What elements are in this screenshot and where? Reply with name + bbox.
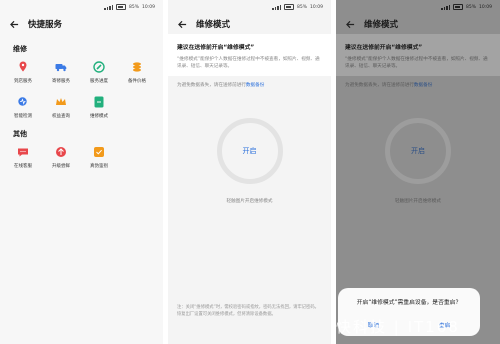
signal-icon: [441, 4, 451, 10]
back-arrow-icon[interactable]: [10, 20, 19, 29]
chat-icon: [15, 144, 31, 160]
backup-hint: 为避免数据丢失，请在送修前进行数据备份: [168, 76, 331, 94]
service-item[interactable]: 服务进度: [80, 59, 118, 84]
status-bar: 85% 10:09: [0, 0, 163, 14]
data-backup-link[interactable]: 数据备份: [246, 83, 264, 88]
wrench-progress-icon: [91, 59, 107, 75]
backup-hint: 为避免数据丢失，请在送修前进行数据备份: [336, 76, 500, 94]
service-label: 在线客服: [14, 164, 32, 169]
signal-icon: [104, 4, 114, 10]
info-card: 建议在送修前开启“维修模式” “维修模式”能保护个人数据在维修过程中不被查看，如…: [336, 34, 500, 76]
verify-icon: [91, 144, 107, 160]
battery-level: 85%: [297, 4, 308, 10]
service-item[interactable]: 权益查询: [42, 94, 80, 119]
service-item[interactable]: 到店服务: [4, 59, 42, 84]
enable-caption: 轻触图片开启维修模式: [395, 199, 441, 204]
battery-level: 85%: [129, 4, 140, 10]
page-title: 维修模式: [196, 20, 231, 30]
card-description: “维修模式”能保护个人数据在维修过程中不被查看，如照片、视频、通讯录、短信、聊天…: [177, 57, 320, 69]
service-item[interactable]: 在线客服: [4, 144, 42, 169]
other-services-grid: 在线客服 升级尝鲜 真伪鉴别: [0, 144, 163, 179]
battery-icon: [116, 4, 127, 10]
dialog-message: 开启“维修模式”需重启设备，是否重启？: [356, 300, 462, 306]
card-description: “维修模式”能保护个人数据在维修过程中不被查看，如照片、视频、通讯录、短信、聊天…: [345, 57, 488, 69]
battery-level: 85%: [466, 4, 477, 10]
clock: 10:09: [142, 4, 155, 10]
service-label: 备件价格: [128, 79, 146, 84]
service-item[interactable]: 备件价格: [118, 59, 156, 84]
page-title: 维修模式: [364, 20, 399, 30]
card-title: 建议在送修前开启“维修模式”: [177, 45, 255, 51]
title-bar: 维修模式: [336, 14, 500, 34]
clock: 10:09: [479, 4, 492, 10]
enable-button-label: 开启: [242, 147, 257, 155]
service-item[interactable]: 维修模式: [80, 94, 118, 119]
quick-service-screen: 85% 10:09 快捷服务 维修 到店服务 寄修服务 服务进度 备件价格智能检测 权益…: [0, 0, 163, 344]
coins-icon: [129, 59, 145, 75]
repair-mode-screen: 85% 10:09 维修模式 建议在送修前开启“维修模式” “维修模式”能保护个…: [168, 0, 331, 344]
backup-hint-text: 为避免数据丢失，请在送修前进行: [345, 83, 414, 88]
info-card: 建议在送修前开启“维修模式” “维修模式”能保护个人数据在维修过程中不被查看，如…: [168, 34, 331, 76]
status-bar: 85% 10:09: [336, 0, 500, 14]
enable-caption: 轻触图片开启维修模式: [226, 199, 273, 204]
footnote: 注：关闭“维修模式”时，需校验密码或指纹，密码无法找回，请牢记密码。恢复出厂设置…: [177, 305, 319, 317]
back-arrow-icon[interactable]: [346, 20, 355, 29]
watermark: 快科技 | IT168: [336, 318, 460, 336]
repair-services-grid: 到店服务 寄修服务 服务进度 备件价格智能检测 权益查询 维修模式: [0, 59, 163, 129]
signal-icon: [272, 4, 282, 10]
service-label: 智能检测: [14, 114, 32, 119]
battery-icon: [284, 4, 295, 10]
repair-mode-icon: [91, 94, 107, 110]
title-bar: 维修模式: [168, 14, 331, 34]
back-arrow-icon[interactable]: [178, 20, 187, 29]
service-label: 权益查询: [52, 114, 70, 119]
card-title: 建议在送修前开启“维修模式”: [345, 45, 423, 51]
service-item[interactable]: 寄修服务: [42, 59, 80, 84]
clock: 10:09: [310, 4, 323, 10]
location-pin-icon: [15, 59, 31, 75]
service-label: 维修模式: [90, 114, 108, 119]
section-heading-other: 其他: [13, 130, 27, 138]
section-heading-repair: 维修: [13, 45, 27, 53]
service-item[interactable]: 升级尝鲜: [42, 144, 80, 169]
title-bar: 快捷服务: [0, 14, 163, 34]
crown-icon: [53, 94, 69, 110]
enable-button[interactable]: 开启: [385, 118, 451, 184]
service-item[interactable]: 真伪鉴别: [80, 144, 118, 169]
status-bar: 85% 10:09: [168, 0, 331, 14]
diagnosis-icon: [15, 94, 31, 110]
service-label: 寄修服务: [52, 79, 70, 84]
data-backup-link[interactable]: 数据备份: [414, 83, 432, 88]
upgrade-icon: [53, 144, 69, 160]
page-title: 快捷服务: [28, 20, 63, 30]
truck-icon: [53, 59, 69, 75]
service-label: 服务进度: [90, 79, 108, 84]
service-label: 到店服务: [14, 79, 32, 84]
enable-button-label: 开启: [411, 147, 425, 155]
enable-button[interactable]: 开启: [216, 118, 283, 184]
service-label: 真伪鉴别: [90, 164, 108, 169]
service-item[interactable]: 智能检测: [4, 94, 42, 119]
battery-icon: [453, 4, 464, 10]
service-label: 升级尝鲜: [52, 164, 70, 169]
backup-hint-text: 为避免数据丢失，请在送修前进行: [177, 83, 246, 88]
